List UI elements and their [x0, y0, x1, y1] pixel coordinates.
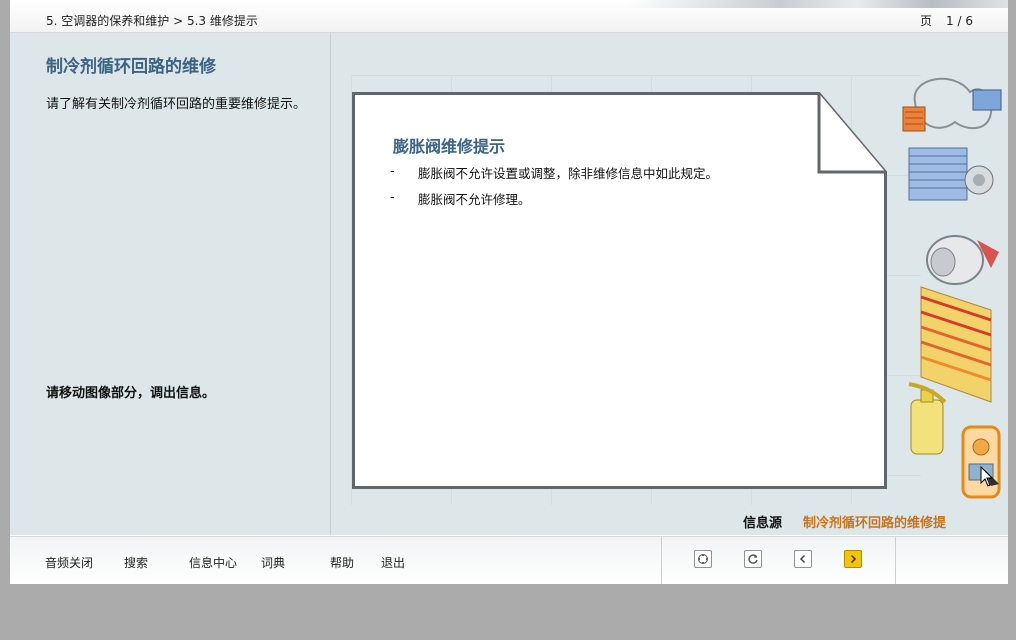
note-title: 膨胀阀维修提示: [393, 137, 506, 156]
note-item: - 膨胀阀不允许修理。: [390, 189, 718, 215]
previous-page-button[interactable]: [794, 550, 812, 568]
reload-button[interactable]: [744, 550, 762, 568]
page-count: 1 / 6: [946, 14, 973, 28]
header-bar: 5. 空调器的保养和维护 > 5.3 维修提示 页 1 / 6: [10, 0, 1008, 33]
footer-divider: [661, 537, 662, 584]
page-label: 页: [920, 14, 933, 28]
source-label: 信息源: [743, 516, 783, 531]
next-page-button[interactable]: [844, 550, 862, 568]
note-item: - 膨胀阀不允许设置或调整，除非维修信息中如此规定。: [390, 163, 718, 189]
interaction-hint: 请移动图像部分，调出信息。: [46, 386, 216, 401]
left-panel: 制冷剂循环回路的维修 请了解有关制冷剂循环回路的重要维修提示。 请移动图像部分，…: [10, 33, 331, 535]
note-item-bullet: -: [390, 163, 395, 178]
breadcrumb: 5. 空调器的保养和维护 > 5.3 维修提示: [46, 14, 258, 28]
move-button[interactable]: [694, 550, 712, 568]
section-title: 制冷剂循环回路的维修: [46, 57, 216, 77]
heat-exchanger-component-icon[interactable]: [920, 286, 992, 403]
menu-audio-off[interactable]: 音频关闭: [45, 554, 93, 571]
menu-exit[interactable]: 退出: [381, 554, 405, 571]
next-icon: [850, 554, 857, 564]
source-link[interactable]: 制冷剂循环回路的维修提: [803, 512, 946, 531]
note-item-text: 膨胀阀不允许设置或调整，除非维修信息中如此规定。: [418, 166, 719, 181]
header-decoration: [628, 0, 1008, 8]
note-list: - 膨胀阀不允许设置或调整，除非维修信息中如此规定。 - 膨胀阀不允许修理。: [390, 163, 718, 215]
footer-divider: [895, 537, 896, 584]
condenser-component-icon[interactable]: [908, 147, 994, 201]
menu-info-center[interactable]: 信息中心: [189, 554, 237, 571]
previous-icon: [799, 554, 806, 564]
evaporator-component-icon[interactable]: [902, 77, 1002, 132]
reload-icon: [748, 554, 758, 564]
menu-dictionary[interactable]: 词典: [261, 554, 285, 571]
move-icon: [698, 554, 708, 564]
note-item-bullet: -: [390, 189, 395, 204]
menu-search[interactable]: 搜索: [124, 554, 148, 571]
expansion-valve-component-icon[interactable]: [961, 425, 1001, 499]
info-note-card: 膨胀阀维修提示 - 膨胀阀不允许设置或调整，除非维修信息中如此规定。 - 膨胀阀…: [352, 92, 887, 489]
compressor-component-icon[interactable]: [926, 235, 999, 285]
page-indicator: 页 1 / 6: [920, 12, 973, 29]
component-image-strip[interactable]: [895, 72, 1008, 512]
footer-bar: 音频关闭 搜索 信息中心 词典 帮助 退出: [10, 536, 1008, 584]
note-item-text: 膨胀阀不允许修理。: [418, 192, 531, 207]
section-description: 请了解有关制冷剂循环回路的重要维修提示。: [46, 97, 307, 112]
menu-help[interactable]: 帮助: [330, 554, 354, 571]
receiver-dryer-component-icon[interactable]: [908, 382, 947, 455]
app-window: 5. 空调器的保养和维护 > 5.3 维修提示 页 1 / 6 制冷剂循环回路的维…: [10, 0, 1008, 584]
